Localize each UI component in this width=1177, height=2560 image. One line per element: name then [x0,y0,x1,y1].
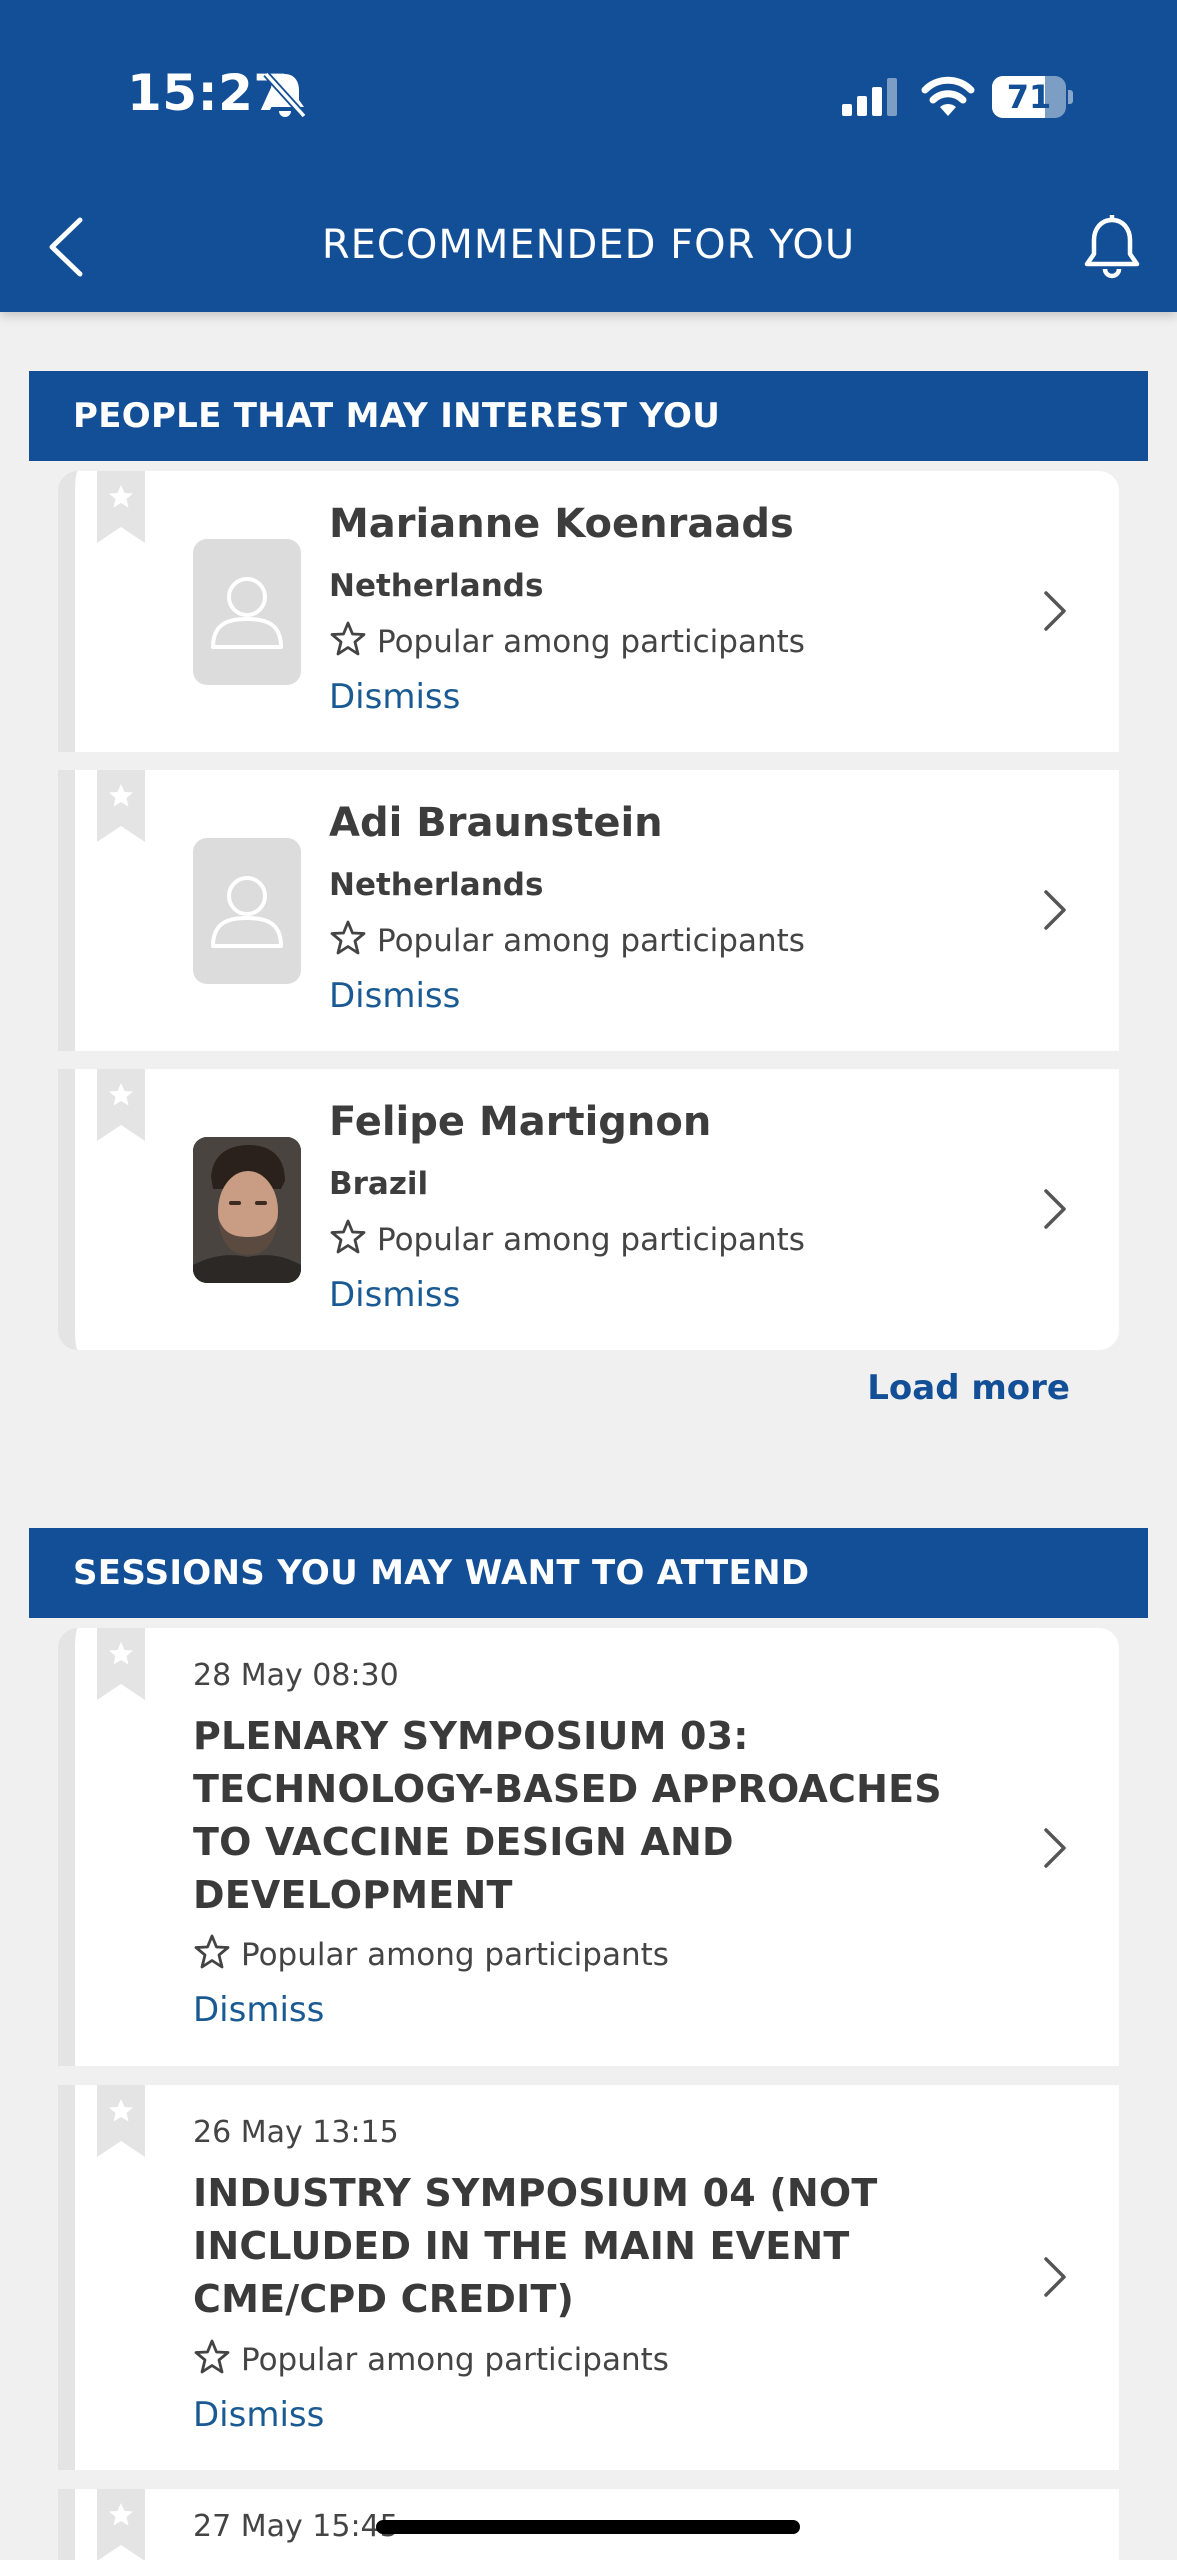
cellular-signal-icon [842,78,897,116]
person-country: Netherlands [329,568,544,604]
session-datetime: 26 May 13:15 [193,2115,399,2150]
session-title-line: INCLUDED IN THE MAIN EVENT [193,2224,850,2268]
person-placeholder-icon [211,876,283,948]
wifi-icon [921,76,975,116]
star-outline-icon [330,1219,366,1254]
session-title: PLENARY SYMPOSIUM 03: TECHNOLOGY-BASED A… [193,1710,1073,1922]
battery-level: 71 [1006,78,1052,116]
session-datetime: 27 May 15:45 [193,2509,399,2544]
bookmark-icon[interactable] [97,471,145,543]
bookmark-icon[interactable] [97,1628,145,1700]
bookmark-icon[interactable] [97,2489,145,2560]
star-outline-icon [194,1934,230,1969]
star-outline-icon [194,2339,230,2374]
dismiss-link[interactable]: Dismiss [329,677,460,717]
reason-text: Popular among participants [377,923,805,959]
person-name: Felipe Martignon [329,1099,712,1145]
recommendation-reason: Popular among participants [329,920,805,959]
recommendation-reason: Popular among participants [329,1219,805,1258]
sessions-section-header: SESSIONS YOU MAY WANT TO ATTEND [29,1528,1148,1618]
chevron-right-icon[interactable] [1040,589,1068,633]
bookmark-icon[interactable] [97,2085,145,2157]
star-outline-icon [330,621,366,656]
person-name: Adi Braunstein [329,800,663,846]
person-country: Brazil [329,1166,429,1202]
person-placeholder-icon [211,577,283,649]
recommendation-reason: Popular among participants [193,1934,669,1973]
session-title-line: PLENARY SYMPOSIUM 03: [193,1714,749,1758]
avatar-placeholder [193,838,301,984]
chevron-right-icon[interactable] [1040,1187,1068,1231]
top-app-bar: 15:27 71 RECOMMENDED FOR YOU [0,0,1177,312]
avatar-photo [193,1137,301,1283]
home-indicator [376,2520,800,2534]
dismiss-link[interactable]: Dismiss [193,1990,324,2030]
chevron-right-icon[interactable] [1040,1826,1068,1870]
session-card[interactable]: 28 May 08:30 PLENARY SYMPOSIUM 03: TECHN… [58,1628,1119,2066]
session-title: INDUSTRY SYMPOSIUM 04 (NOT INCLUDED IN T… [193,2167,1073,2326]
person-card[interactable]: Adi Braunstein Netherlands Popular among… [58,770,1119,1051]
star-outline-icon [330,920,366,955]
session-title-line: CME/CPD CREDIT) [193,2277,575,2321]
dismiss-link[interactable]: Dismiss [329,1275,460,1315]
reason-text: Popular among participants [241,2342,669,2378]
reason-text: Popular among participants [377,624,805,660]
chevron-right-icon[interactable] [1040,2255,1068,2299]
dismiss-link[interactable]: Dismiss [193,2395,324,2435]
session-datetime: 28 May 08:30 [193,1658,399,1693]
session-title-line: DEVELOPMENT [193,1873,513,1917]
load-more-button[interactable]: Load more [850,1368,1070,1408]
battery-tip [1068,90,1073,104]
people-section-header: PEOPLE THAT MAY INTEREST YOU [29,371,1148,461]
recommendation-reason: Popular among participants [329,621,805,660]
recommendation-reason: Popular among participants [193,2339,669,2378]
bell-off-icon [263,71,307,119]
session-card[interactable]: 26 May 13:15 INDUSTRY SYMPOSIUM 04 (NOT … [58,2085,1119,2470]
reason-text: Popular among participants [377,1222,805,1258]
session-title-line: TO VACCINE DESIGN AND [193,1820,734,1864]
profile-photo [193,1137,301,1283]
bell-icon[interactable] [1082,214,1142,280]
avatar-placeholder [193,539,301,685]
dismiss-link[interactable]: Dismiss [329,976,460,1016]
bookmark-icon[interactable] [97,1069,145,1141]
person-card[interactable]: Marianne Koenraads Netherlands Popular a… [58,471,1119,752]
session-title-line: INDUSTRY SYMPOSIUM 04 (NOT [193,2171,878,2215]
bookmark-icon[interactable] [97,770,145,842]
battery-indicator: 71 [992,76,1074,118]
reason-text: Popular among participants [241,1937,669,1973]
person-country: Netherlands [329,867,544,903]
back-chevron-icon[interactable] [44,214,88,280]
person-card[interactable]: Felipe Martignon Brazil Popular among pa… [58,1069,1119,1350]
battery-body: 71 [992,76,1066,118]
page-title: RECOMMENDED FOR YOU [321,222,856,268]
chevron-right-icon[interactable] [1040,888,1068,932]
person-name: Marianne Koenraads [329,501,794,547]
session-title-line: TECHNOLOGY-BASED APPROACHES [193,1767,942,1811]
